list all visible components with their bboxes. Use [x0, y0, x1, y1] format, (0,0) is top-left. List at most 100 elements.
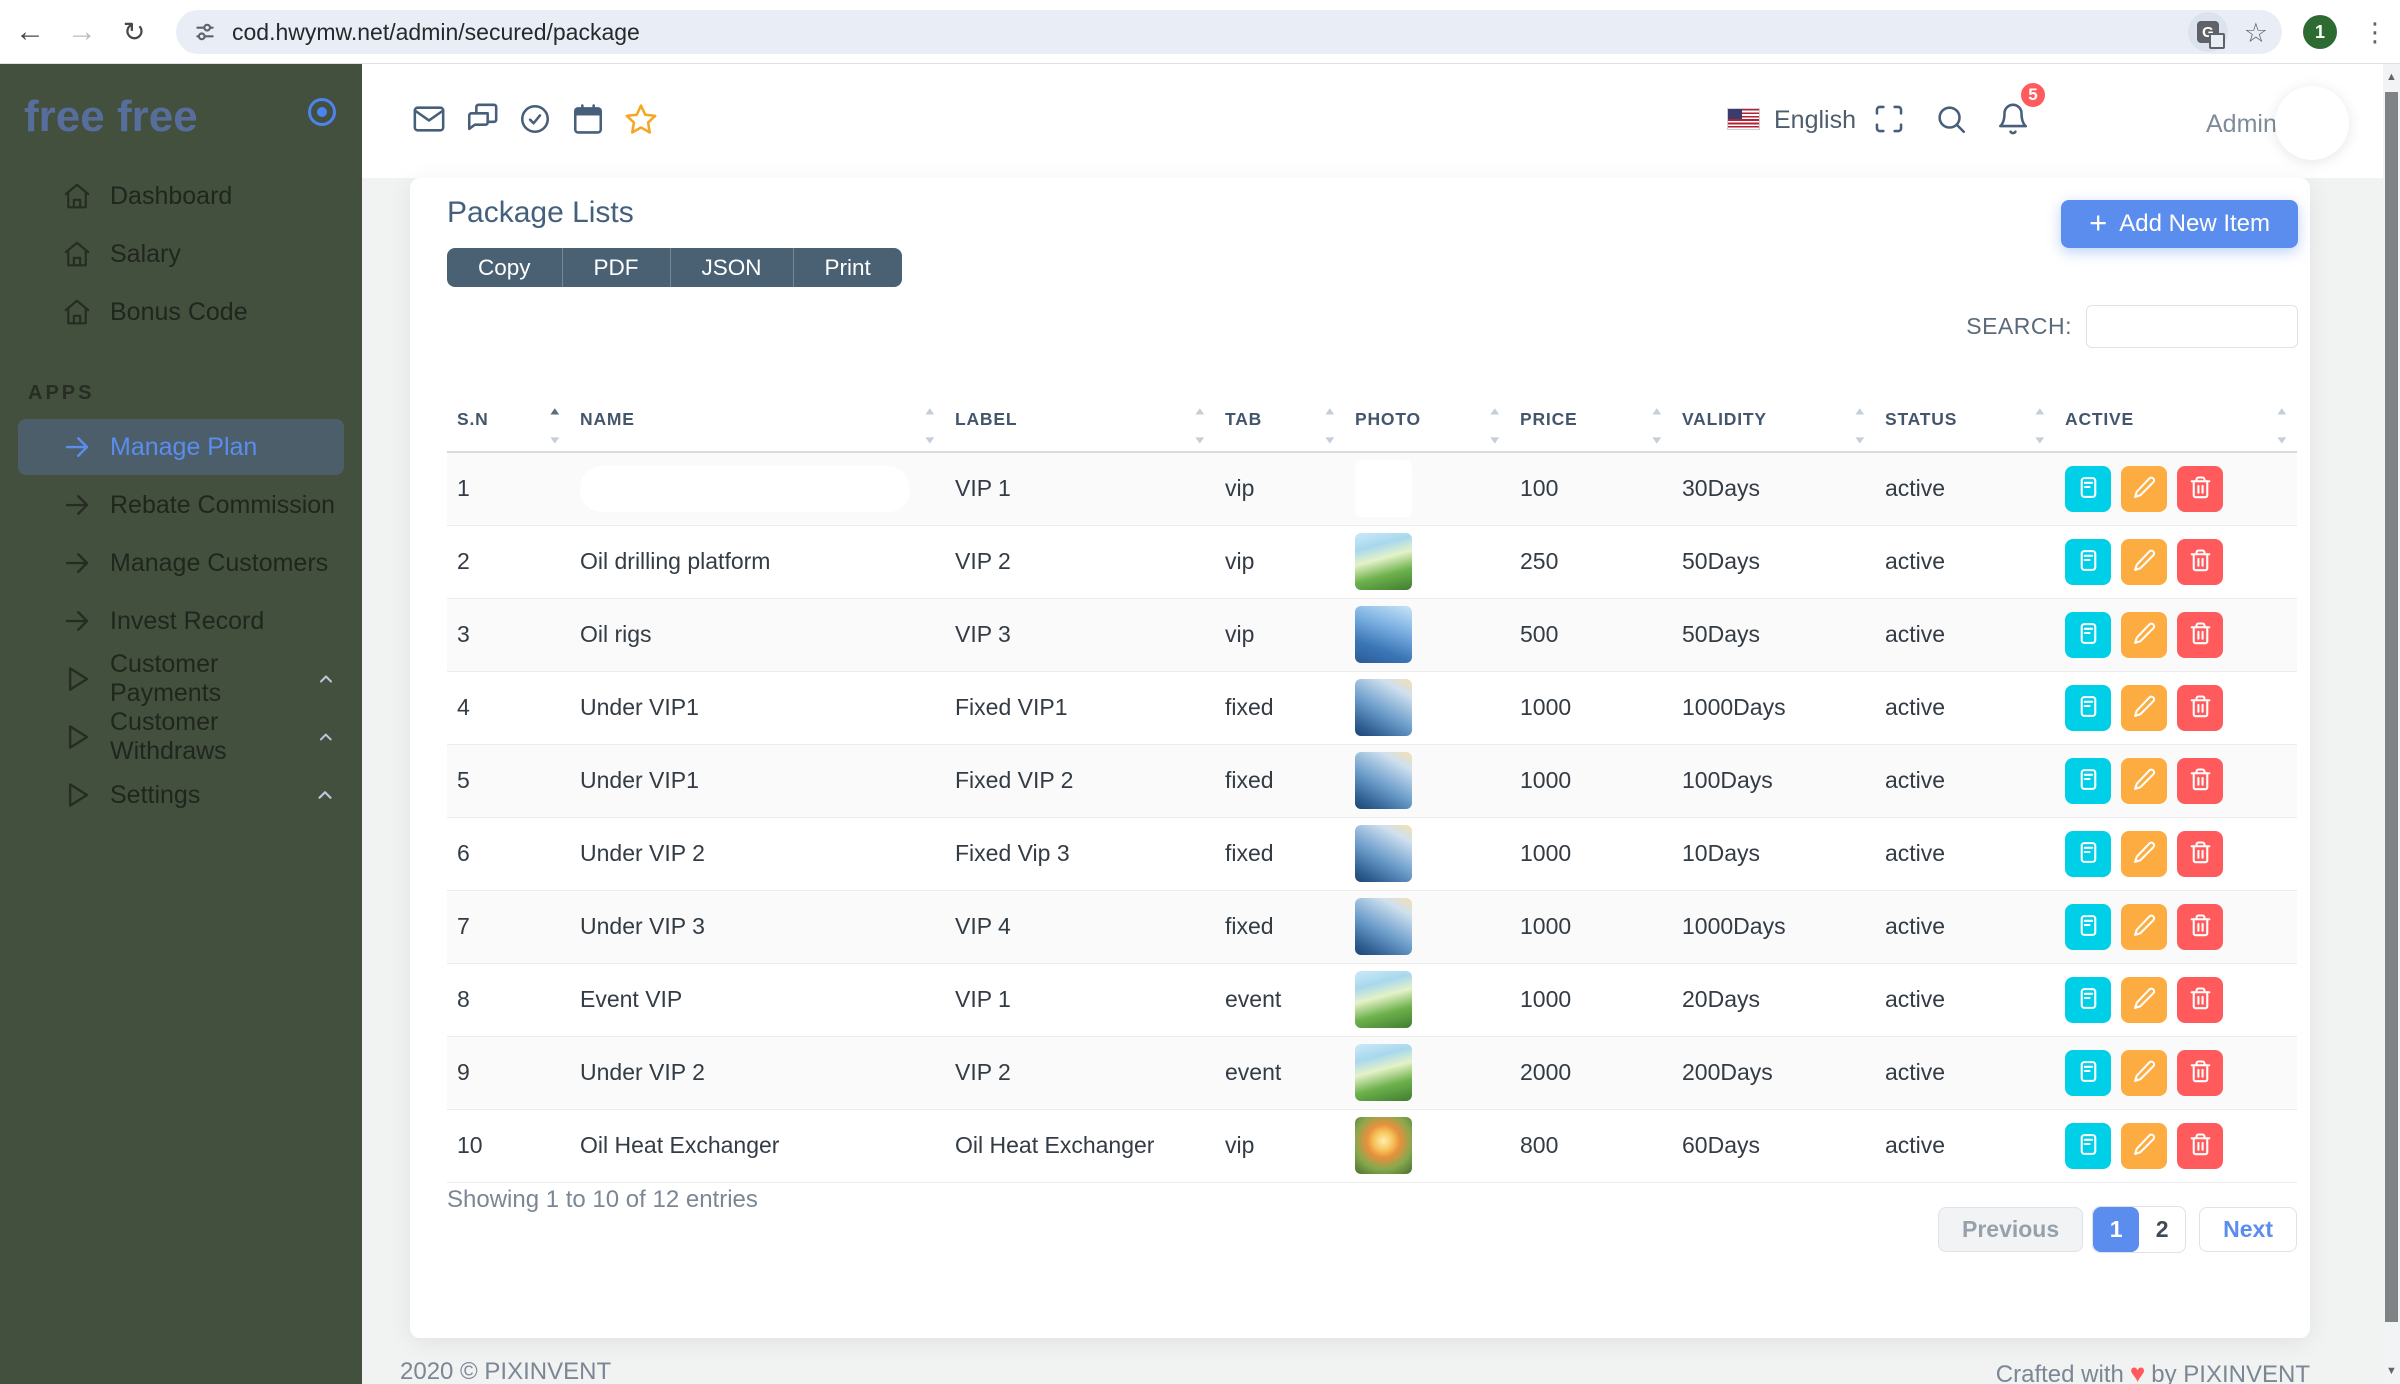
view-button[interactable]	[2065, 466, 2111, 512]
edit-button[interactable]	[2121, 1123, 2167, 1169]
back-icon[interactable]: ←	[6, 0, 54, 64]
sort-asc-icon[interactable]: ▲	[1193, 405, 1209, 418]
sort-desc-icon[interactable]: ▼	[2275, 434, 2291, 447]
sidebar-item-salary[interactable]: Salary	[18, 226, 344, 282]
view-button[interactable]	[2065, 758, 2111, 804]
sort-asc-icon[interactable]: ▲	[923, 405, 939, 418]
mail-icon[interactable]	[412, 102, 446, 136]
delete-button[interactable]	[2177, 685, 2223, 731]
column-header-price[interactable]: PRICE▲▼	[1510, 388, 1672, 452]
view-button[interactable]	[2065, 539, 2111, 585]
column-header-validity[interactable]: VALIDITY▲▼	[1672, 388, 1875, 452]
sidebar-item-rebate-commission[interactable]: Rebate Commission	[18, 477, 344, 533]
sort-asc-icon[interactable]: ▲	[2275, 405, 2291, 418]
sidebar-item-bonus-code[interactable]: Bonus Code	[18, 284, 344, 340]
export-copy-button[interactable]: Copy	[447, 248, 562, 287]
sidebar-item-customer-withdraws[interactable]: Customer Withdraws	[18, 709, 344, 765]
address-bar[interactable]: cod.hwymw.net/admin/secured/package G ☆	[176, 10, 2282, 54]
edit-button[interactable]	[2121, 1050, 2167, 1096]
sort-asc-icon[interactable]: ▲	[1488, 405, 1504, 418]
language-selector[interactable]: English	[1774, 106, 1856, 135]
view-button[interactable]	[2065, 612, 2111, 658]
bookmark-star-icon[interactable]: ☆	[2244, 18, 2268, 49]
page-scrollbar[interactable]: ▲ ▼	[2383, 64, 2400, 1384]
forward-icon[interactable]: →	[58, 0, 106, 64]
next-page-button[interactable]: Next	[2199, 1207, 2297, 1252]
view-button[interactable]	[2065, 1050, 2111, 1096]
delete-button[interactable]	[2177, 1123, 2223, 1169]
sort-asc-icon[interactable]: ▲	[548, 405, 564, 418]
fullscreen-icon[interactable]	[1872, 102, 1906, 136]
app-logo[interactable]: free free	[24, 92, 198, 142]
favorites-star-icon[interactable]	[624, 102, 658, 136]
sort-desc-icon[interactable]: ▼	[1323, 434, 1339, 447]
column-header-name[interactable]: NAME▲▼	[570, 388, 945, 452]
sort-desc-icon[interactable]: ▼	[1650, 434, 1666, 447]
translate-icon[interactable]: G	[2188, 12, 2228, 52]
edit-button[interactable]	[2121, 539, 2167, 585]
column-header-status[interactable]: STATUS▲▼	[1875, 388, 2055, 452]
delete-button[interactable]	[2177, 977, 2223, 1023]
sort-desc-icon[interactable]: ▼	[1488, 434, 1504, 447]
column-header-tab[interactable]: TAB▲▼	[1215, 388, 1345, 452]
delete-button[interactable]	[2177, 612, 2223, 658]
us-flag-icon[interactable]	[1727, 108, 1760, 130]
sort-asc-icon[interactable]: ▲	[1853, 405, 1869, 418]
edit-button[interactable]	[2121, 685, 2167, 731]
delete-button[interactable]	[2177, 831, 2223, 877]
sort-asc-icon[interactable]: ▲	[1650, 405, 1666, 418]
scroll-up-icon[interactable]: ▲	[2383, 64, 2400, 90]
sort-desc-icon[interactable]: ▼	[548, 434, 564, 447]
browser-profile-avatar[interactable]: 1	[2303, 15, 2337, 49]
column-header-label[interactable]: LABEL▲▼	[945, 388, 1215, 452]
sort-asc-icon[interactable]: ▲	[1323, 405, 1339, 418]
page-button-2[interactable]: 2	[2139, 1207, 2185, 1252]
previous-page-button[interactable]: Previous	[1938, 1207, 2083, 1252]
edit-button[interactable]	[2121, 758, 2167, 804]
sidebar-item-customer-payments[interactable]: Customer Payments	[18, 651, 344, 707]
search-icon[interactable]	[1934, 102, 1968, 136]
export-pdf-button[interactable]: PDF	[562, 248, 670, 287]
delete-button[interactable]	[2177, 758, 2223, 804]
column-header-sn[interactable]: S.N▲▼	[447, 388, 570, 452]
delete-button[interactable]	[2177, 1050, 2223, 1096]
sidebar-toggle-icon[interactable]	[308, 98, 336, 126]
user-avatar[interactable]	[2275, 86, 2349, 160]
edit-button[interactable]	[2121, 904, 2167, 950]
edit-button[interactable]	[2121, 977, 2167, 1023]
delete-button[interactable]	[2177, 466, 2223, 512]
edit-button[interactable]	[2121, 831, 2167, 877]
view-button[interactable]	[2065, 1123, 2111, 1169]
add-new-item-button[interactable]: + Add New Item	[2061, 200, 2298, 248]
view-button[interactable]	[2065, 904, 2111, 950]
column-header-active[interactable]: ACTIVE▲▼	[2055, 388, 2297, 452]
edit-button[interactable]	[2121, 612, 2167, 658]
delete-button[interactable]	[2177, 539, 2223, 585]
sidebar-item-settings[interactable]: Settings	[18, 767, 344, 823]
view-button[interactable]	[2065, 831, 2111, 877]
search-input[interactable]	[2086, 305, 2298, 348]
export-json-button[interactable]: JSON	[670, 248, 793, 287]
sidebar-item-invest-record[interactable]: Invest Record	[18, 593, 344, 649]
sort-asc-icon[interactable]: ▲	[2033, 405, 2049, 418]
column-header-photo[interactable]: PHOTO▲▼	[1345, 388, 1510, 452]
view-button[interactable]	[2065, 977, 2111, 1023]
user-name[interactable]: Admin	[2206, 110, 2277, 139]
sort-desc-icon[interactable]: ▼	[1193, 434, 1209, 447]
site-settings-icon[interactable]	[192, 19, 218, 45]
scrollbar-thumb[interactable]	[2385, 92, 2398, 1322]
sort-desc-icon[interactable]: ▼	[2033, 434, 2049, 447]
view-button[interactable]	[2065, 685, 2111, 731]
chat-icon[interactable]	[465, 102, 499, 136]
scroll-down-icon[interactable]: ▼	[2383, 1358, 2400, 1384]
sort-desc-icon[interactable]: ▼	[1853, 434, 1869, 447]
check-circle-icon[interactable]	[518, 102, 552, 136]
export-print-button[interactable]: Print	[793, 248, 902, 287]
page-button-1[interactable]: 1	[2093, 1207, 2139, 1252]
sidebar-item-dashboard[interactable]: Dashboard	[18, 168, 344, 224]
sort-desc-icon[interactable]: ▼	[923, 434, 939, 447]
sidebar-item-manage-plan[interactable]: Manage Plan	[18, 419, 344, 475]
reload-icon[interactable]: ↻	[110, 0, 158, 64]
delete-button[interactable]	[2177, 904, 2223, 950]
calendar-icon[interactable]	[571, 102, 605, 136]
